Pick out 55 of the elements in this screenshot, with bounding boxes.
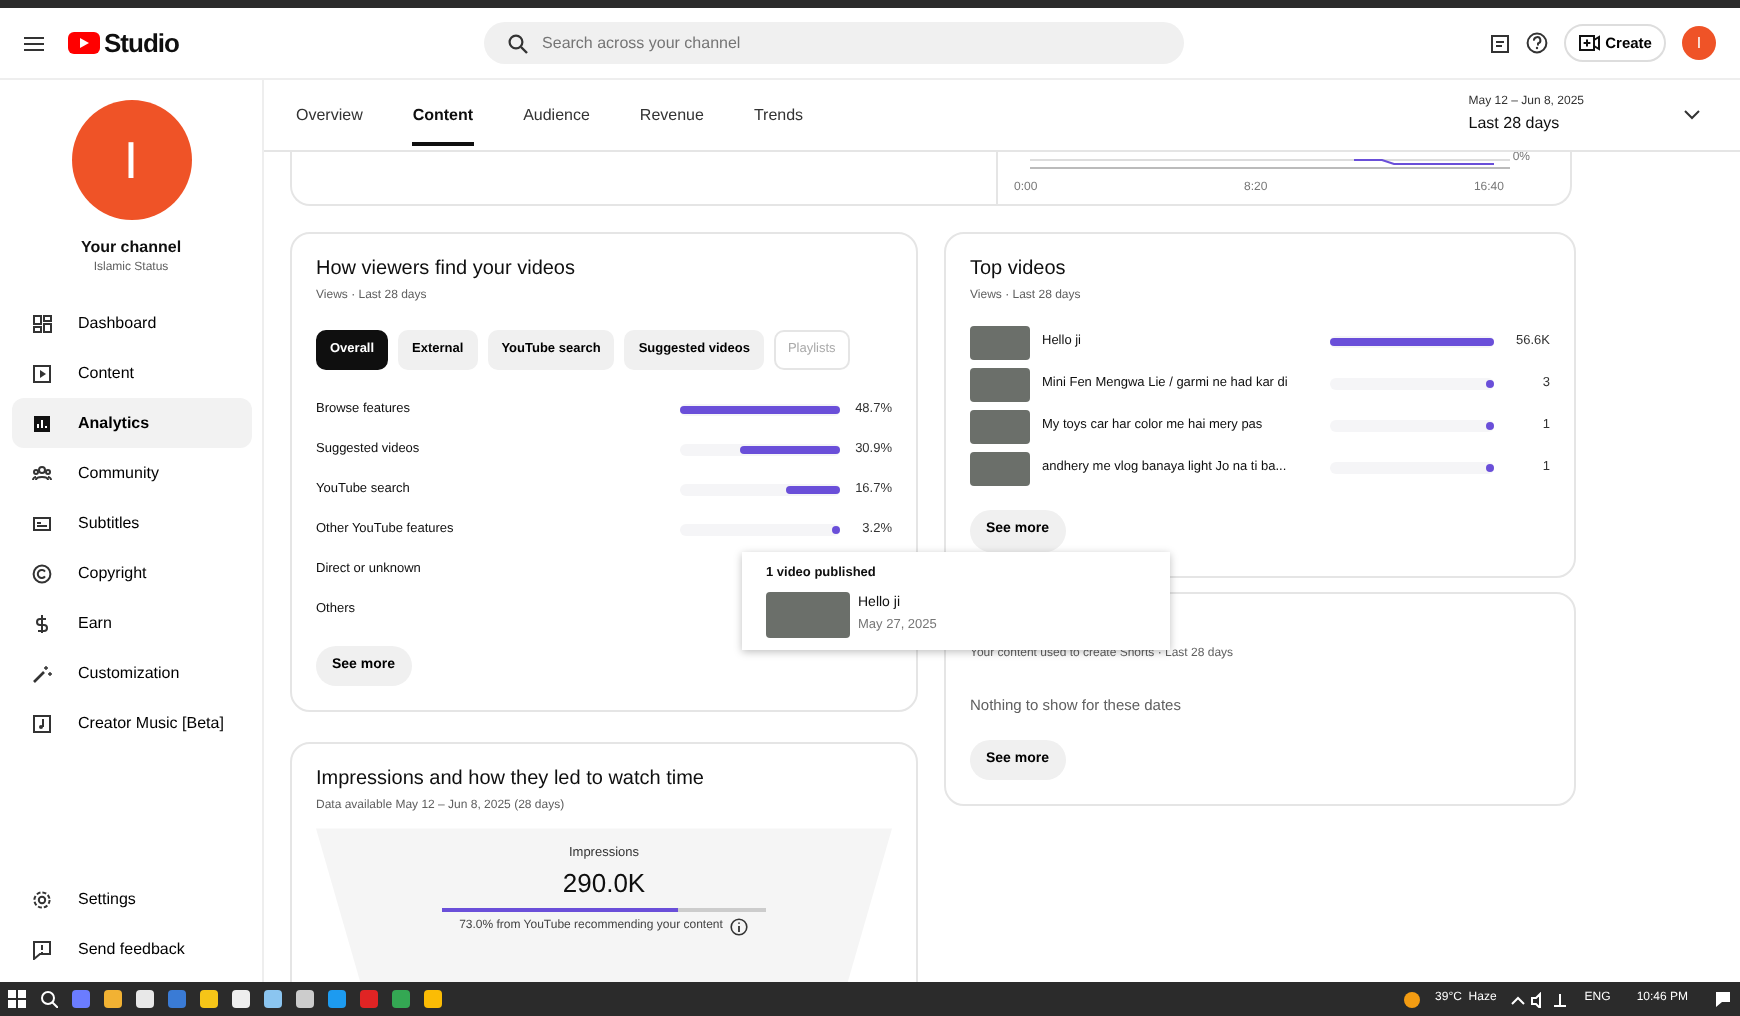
play-box-icon bbox=[32, 363, 52, 383]
notification-icon[interactable] bbox=[1714, 990, 1732, 1008]
video-thumbnail[interactable] bbox=[766, 591, 850, 638]
search-icon[interactable] bbox=[40, 990, 58, 1008]
tab[interactable]: Revenue bbox=[639, 85, 704, 145]
search-field[interactable]: Search across your channel bbox=[484, 22, 1185, 64]
dollar-icon bbox=[32, 613, 52, 633]
info-icon[interactable] bbox=[730, 917, 749, 935]
sidebar-item[interactable]: Earn bbox=[12, 598, 252, 648]
system-tray-icon[interactable] bbox=[1510, 991, 1571, 1007]
tab[interactable]: Content bbox=[412, 85, 474, 145]
people-icon bbox=[32, 463, 52, 483]
video-thumbnail[interactable] bbox=[970, 409, 1030, 443]
sidebar-item[interactable]: Analytics bbox=[12, 398, 252, 448]
video-thumbnail[interactable] bbox=[970, 325, 1030, 359]
video-thumbnail[interactable] bbox=[970, 451, 1030, 485]
card-title: Top videos bbox=[970, 258, 1068, 282]
video-add-icon bbox=[1577, 34, 1600, 52]
help-icon[interactable] bbox=[1525, 32, 1548, 54]
sidebar-item[interactable]: Content bbox=[12, 348, 252, 398]
channel-title: Your channel bbox=[78, 236, 184, 260]
card-title: How viewers find your videos bbox=[316, 258, 577, 282]
tab[interactable]: Audience bbox=[523, 85, 590, 145]
logo-text: Studio bbox=[104, 25, 179, 62]
sidebar-item[interactable]: Send feedback bbox=[12, 924, 252, 974]
avatar-icon[interactable]: I bbox=[1681, 26, 1716, 60]
magic-wand-icon bbox=[32, 663, 52, 683]
chevron-down-icon[interactable] bbox=[1684, 110, 1700, 120]
windows-icon[interactable] bbox=[8, 990, 26, 1008]
tab[interactable]: Trends bbox=[753, 85, 804, 145]
card-title: Impressions and how they led to watch time bbox=[316, 768, 706, 793]
settings-icon bbox=[32, 889, 52, 909]
feedback-icon bbox=[32, 939, 52, 959]
weather-icon[interactable] bbox=[1401, 989, 1422, 1009]
comment-icon[interactable] bbox=[1489, 33, 1510, 53]
sidebar-item[interactable]: Dashboard bbox=[12, 298, 252, 348]
copyright-icon bbox=[32, 563, 52, 583]
video-thumbnail[interactable] bbox=[970, 367, 1030, 401]
sidebar-item[interactable]: Subtitles bbox=[12, 498, 252, 548]
search-icon bbox=[508, 33, 529, 53]
sidebar-item[interactable]: Copyright bbox=[12, 548, 252, 598]
date-preset[interactable]: Last 28 days bbox=[1468, 112, 1584, 136]
metric-value: 290.0K bbox=[560, 866, 648, 902]
menu-icon[interactable] bbox=[24, 35, 44, 51]
tab[interactable]: Overview bbox=[296, 85, 363, 145]
sidebar-item[interactable]: Customization bbox=[12, 648, 252, 698]
dashboard-icon bbox=[32, 313, 52, 333]
subtitles-icon bbox=[32, 513, 52, 533]
sidebar-item[interactable]: Creator Music [Beta] bbox=[12, 698, 252, 748]
sidebar-item[interactable]: Settings bbox=[12, 874, 252, 924]
channel-avatar[interactable]: I bbox=[71, 100, 191, 220]
sidebar-item[interactable]: Community bbox=[12, 448, 252, 498]
logo-icon bbox=[68, 32, 100, 54]
music-note-icon bbox=[32, 713, 52, 733]
bar-chart-icon bbox=[32, 413, 52, 433]
